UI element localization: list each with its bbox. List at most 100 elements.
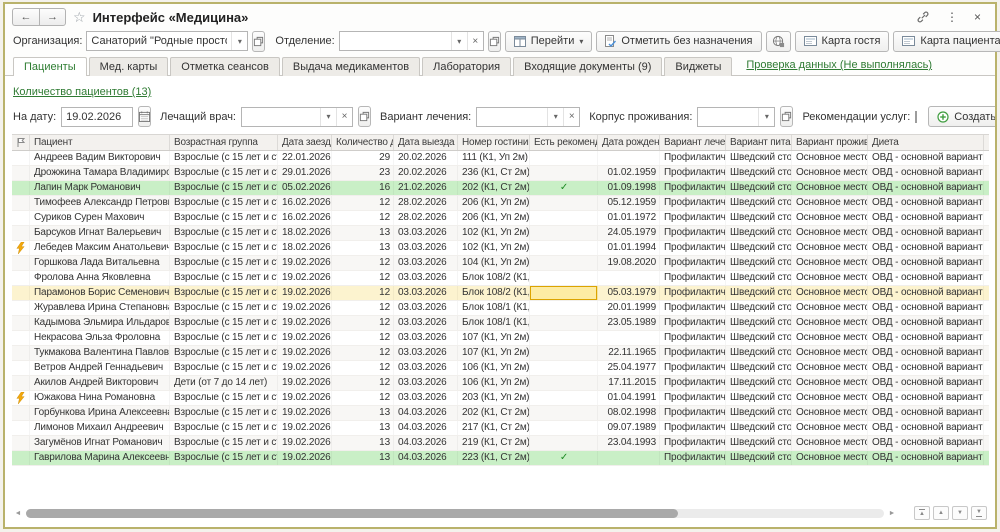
cell-flag[interactable]	[12, 196, 30, 210]
cell-nutrition[interactable]: Шведский стол	[726, 391, 792, 405]
col-arrival[interactable]: Дата заезда	[278, 135, 332, 150]
cell-accommodation[interactable]: Основное место	[792, 166, 868, 180]
cell-treatment[interactable]: Профилактический	[660, 331, 726, 345]
department-dropdown-icon[interactable]: ▾	[451, 32, 467, 50]
doctor-dropdown-icon[interactable]: ▾	[320, 108, 336, 126]
cell-name[interactable]: Южакова Нина Романовна	[30, 391, 170, 405]
recommendations-checkbox[interactable]	[915, 111, 917, 123]
cell-name[interactable]: Суриков Сурен Махович	[30, 211, 170, 225]
cell-recommend[interactable]	[530, 256, 598, 270]
calendar-button[interactable]	[138, 106, 151, 127]
cell-nutrition[interactable]: Шведский стол	[726, 211, 792, 225]
cell-room[interactable]: 111 (К1, Уп 2м)	[458, 151, 530, 165]
cell-arrival[interactable]: 18.02.2026	[278, 241, 332, 255]
cell-name[interactable]: Некрасова Эльза Фроловна	[30, 331, 170, 345]
cell-recommend[interactable]	[530, 376, 598, 390]
cell-diet[interactable]: ОВД - основной вариант ...	[868, 346, 984, 360]
cell-recommend[interactable]	[530, 211, 598, 225]
table-row[interactable]: Гаврилова Марина АлексеевнаВзрослые (с 1…	[12, 451, 989, 466]
cell-flag[interactable]	[12, 436, 30, 450]
cell-birth[interactable]: 09.07.1989	[598, 421, 660, 435]
cell-recommend[interactable]	[530, 196, 598, 210]
col-recommend[interactable]: Есть рекомендации	[530, 135, 598, 150]
cell-recommend[interactable]	[530, 286, 598, 300]
cell-accommodation[interactable]: Основное место	[792, 376, 868, 390]
cell-nutrition[interactable]: Шведский стол	[726, 196, 792, 210]
col-birth[interactable]: Дата рождения	[598, 135, 660, 150]
cell-birth[interactable]: 25.04.1977	[598, 361, 660, 375]
cell-nutrition[interactable]: Шведский стол	[726, 331, 792, 345]
cell-room[interactable]: 236 (К1, Ст 2м)	[458, 166, 530, 180]
table-row[interactable]: Тукмакова Валентина ПавловнаВзрослые (с …	[12, 346, 989, 361]
create-button[interactable]: Создать	[928, 106, 995, 127]
cell-treatment[interactable]: Профилактический	[660, 301, 726, 315]
cell-accommodation[interactable]: Основное место	[792, 196, 868, 210]
table-row[interactable]: Горбункова Ирина АлексеевнаВзрослые (с 1…	[12, 406, 989, 421]
cell-days[interactable]: 12	[332, 286, 394, 300]
cell-flag[interactable]	[12, 226, 30, 240]
table-row[interactable]: Ветров Андрей ГеннадьевичВзрослые (с 15 …	[12, 361, 989, 376]
cell-arrival[interactable]: 19.02.2026	[278, 301, 332, 315]
cell-birth[interactable]	[598, 451, 660, 465]
cell-diet[interactable]: ОВД - основной вариант ...	[868, 421, 984, 435]
cell-nutrition[interactable]: Шведский стол	[726, 301, 792, 315]
cell-arrival[interactable]: 19.02.2026	[278, 316, 332, 330]
cell-name[interactable]: Ветров Андрей Геннадьевич	[30, 361, 170, 375]
col-treatment[interactable]: Вариант лечения	[660, 135, 726, 150]
cell-recommend[interactable]	[530, 421, 598, 435]
cell-diet[interactable]: ОВД - основной вариант ...	[868, 271, 984, 285]
cell-birth[interactable]: 05.03.1979	[598, 286, 660, 300]
department-input[interactable]	[340, 32, 451, 50]
cell-arrival[interactable]: 19.02.2026	[278, 286, 332, 300]
doctor-input[interactable]	[242, 108, 320, 126]
cell-arrival[interactable]: 16.02.2026	[278, 196, 332, 210]
cell-recommend[interactable]	[530, 316, 598, 330]
treatment-input[interactable]	[477, 108, 547, 126]
globe-button[interactable]	[766, 31, 791, 52]
cell-departure[interactable]: 03.03.2026	[394, 226, 458, 240]
cell-diet[interactable]: ОВД - основной вариант ...	[868, 286, 984, 300]
table-row[interactable]: Андреев Вадим ВикторовичВзрослые (с 15 л…	[12, 151, 989, 166]
cell-flag[interactable]	[12, 391, 30, 405]
cell-arrival[interactable]: 19.02.2026	[278, 361, 332, 375]
cell-accommodation[interactable]: Основное место	[792, 151, 868, 165]
cell-age_group[interactable]: Взрослые (с 15 лет и старше)	[170, 331, 278, 345]
cell-age_group[interactable]: Взрослые (с 15 лет и старше)	[170, 271, 278, 285]
cell-arrival[interactable]: 19.02.2026	[278, 406, 332, 420]
cell-treatment[interactable]: Профилактический	[660, 271, 726, 285]
cell-diet[interactable]: ОВД - основной вариант ...	[868, 406, 984, 420]
building-dropdown-icon[interactable]: ▾	[758, 108, 774, 126]
cell-room[interactable]: 217 (К1, Ст 2м)	[458, 421, 530, 435]
cell-age_group[interactable]: Взрослые (с 15 лет и старше)	[170, 391, 278, 405]
date-input[interactable]	[62, 108, 132, 126]
scroll-right-icon[interactable]: ►	[887, 510, 897, 517]
cell-departure[interactable]: 20.02.2026	[394, 166, 458, 180]
building-input[interactable]	[698, 108, 758, 126]
scrollbar-track[interactable]	[26, 509, 884, 518]
page-down-button[interactable]: ▼	[952, 506, 968, 520]
cell-flag[interactable]	[12, 316, 30, 330]
cell-room[interactable]: 206 (К1, Уп 2м)	[458, 196, 530, 210]
cell-birth[interactable]: 01.02.1959	[598, 166, 660, 180]
doctor-open-button[interactable]	[358, 106, 371, 127]
cell-room[interactable]: 202 (К1, Ст 2м)	[458, 406, 530, 420]
cell-days[interactable]: 12	[332, 271, 394, 285]
cell-diet[interactable]: ОВД - основной вариант ...	[868, 181, 984, 195]
cell-recommend[interactable]	[530, 271, 598, 285]
cell-days[interactable]: 13	[332, 241, 394, 255]
date-field[interactable]	[61, 107, 133, 127]
cell-birth[interactable]: 01.09.1998	[598, 181, 660, 195]
guest-card-button[interactable]: Карта гостя	[795, 31, 890, 52]
cell-flag[interactable]	[12, 331, 30, 345]
go-first-button[interactable]: ▲	[914, 506, 930, 520]
cell-treatment[interactable]: Профилактический	[660, 286, 726, 300]
cell-diet[interactable]: ОВД - основной вариант ...	[868, 196, 984, 210]
cell-birth[interactable]: 19.08.2020	[598, 256, 660, 270]
cell-days[interactable]: 12	[332, 376, 394, 390]
table-row[interactable]: Некрасова Эльза ФроловнаВзрослые (с 15 л…	[12, 331, 989, 346]
cell-recommend[interactable]	[530, 166, 598, 180]
treatment-dropdown-icon[interactable]: ▾	[547, 108, 563, 126]
cell-nutrition[interactable]: Шведский стол	[726, 346, 792, 360]
cell-birth[interactable]: 01.01.1972	[598, 211, 660, 225]
scroll-left-icon[interactable]: ◄	[13, 510, 23, 517]
